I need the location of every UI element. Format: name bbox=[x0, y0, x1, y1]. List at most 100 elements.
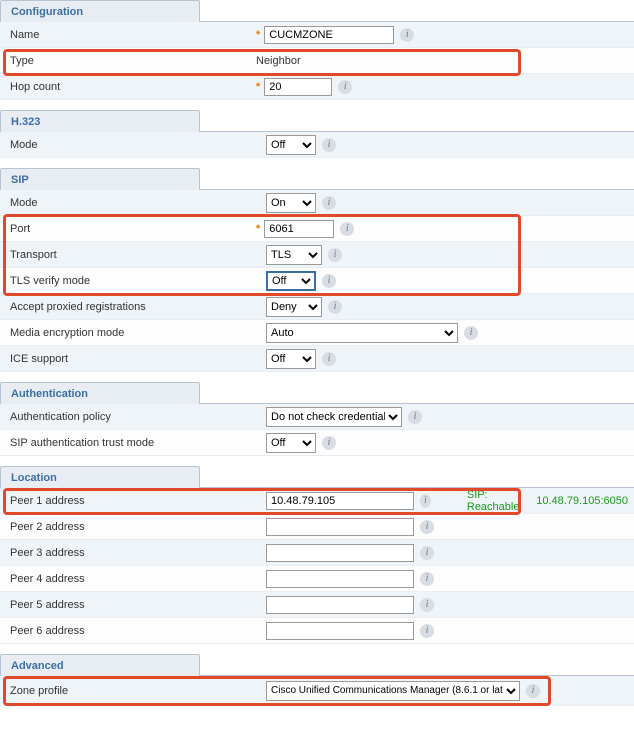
label-peer4: Peer 4 address bbox=[6, 573, 256, 585]
info-icon[interactable]: i bbox=[420, 494, 431, 508]
info-icon[interactable]: i bbox=[408, 410, 422, 424]
row-sip-port: Port * i bbox=[0, 216, 634, 242]
label-tlsverify: TLS verify mode bbox=[6, 275, 256, 287]
row-ice: ICE support Off i bbox=[0, 346, 634, 372]
info-icon[interactable]: i bbox=[400, 28, 414, 42]
select-zoneprofile[interactable]: Cisco Unified Communications Manager (8.… bbox=[266, 681, 520, 701]
info-icon[interactable]: i bbox=[322, 274, 336, 288]
row-acceptproxied: Accept proxied registrations Deny i bbox=[0, 294, 634, 320]
tab-header-location: Location bbox=[0, 466, 634, 488]
info-icon[interactable]: i bbox=[328, 300, 342, 314]
label-media: Media encryption mode bbox=[6, 327, 256, 339]
value-type: Neighbor bbox=[256, 55, 301, 67]
row-sip-mode: Mode On i bbox=[0, 190, 634, 216]
info-icon[interactable]: i bbox=[464, 326, 478, 340]
tab-header-h323: H.323 bbox=[0, 110, 634, 132]
select-h323-mode[interactable]: Off bbox=[266, 135, 316, 155]
select-tlsverify[interactable]: Off bbox=[266, 271, 316, 291]
label-zoneprofile: Zone profile bbox=[6, 685, 256, 697]
info-icon[interactable]: i bbox=[340, 222, 354, 236]
input-peer2[interactable] bbox=[266, 518, 414, 536]
info-icon[interactable]: i bbox=[420, 546, 434, 560]
required-marker: * bbox=[256, 223, 260, 235]
row-name: Name * i bbox=[0, 22, 634, 48]
label-peer2: Peer 2 address bbox=[6, 521, 256, 533]
info-icon[interactable]: i bbox=[322, 352, 336, 366]
row-h323-mode: Mode Off i bbox=[0, 132, 634, 158]
row-peer6: Peer 6 address i bbox=[0, 618, 634, 644]
select-transport[interactable]: TLS bbox=[266, 245, 322, 265]
section-location: Location Peer 1 address i SIP: Reachable… bbox=[0, 466, 634, 644]
row-peer5: Peer 5 address i bbox=[0, 592, 634, 618]
section-configuration: Configuration Name * i Type Neighbor Hop… bbox=[0, 0, 634, 100]
label-peer6: Peer 6 address bbox=[6, 625, 256, 637]
row-tlsverify: TLS verify mode Off i bbox=[0, 268, 634, 294]
required-marker: * bbox=[256, 29, 260, 41]
select-ice[interactable]: Off bbox=[266, 349, 316, 369]
required-marker: * bbox=[256, 81, 260, 93]
row-type: Type Neighbor bbox=[0, 48, 634, 74]
select-authpolicy[interactable]: Do not check credentials bbox=[266, 407, 402, 427]
info-icon[interactable]: i bbox=[420, 598, 434, 612]
section-advanced: Advanced Zone profile Cisco Unified Comm… bbox=[0, 654, 634, 706]
input-peer3[interactable] bbox=[266, 544, 414, 562]
info-icon[interactable]: i bbox=[322, 436, 336, 450]
info-icon[interactable]: i bbox=[420, 572, 434, 586]
input-sip-port[interactable] bbox=[264, 220, 334, 238]
row-authpolicy: Authentication policy Do not check crede… bbox=[0, 404, 634, 430]
status-peer1-ip: 10.48.79.105:6050 bbox=[536, 495, 628, 507]
label-authpolicy: Authentication policy bbox=[6, 411, 256, 423]
input-name[interactable] bbox=[264, 26, 394, 44]
info-icon[interactable]: i bbox=[420, 520, 434, 534]
label-transport: Transport bbox=[6, 249, 256, 261]
input-hop[interactable] bbox=[264, 78, 332, 96]
row-peer3: Peer 3 address i bbox=[0, 540, 634, 566]
row-zoneprofile: Zone profile Cisco Unified Communication… bbox=[0, 676, 634, 706]
tab-configuration: Configuration bbox=[0, 0, 200, 22]
row-peer4: Peer 4 address i bbox=[0, 566, 634, 592]
status-peer1: SIP: Reachable bbox=[467, 489, 526, 513]
info-icon[interactable]: i bbox=[420, 624, 434, 638]
info-icon[interactable]: i bbox=[526, 684, 540, 698]
input-peer5[interactable] bbox=[266, 596, 414, 614]
label-acceptproxied: Accept proxied registrations bbox=[6, 301, 256, 313]
tab-location: Location bbox=[0, 466, 200, 488]
label-h323-mode: Mode bbox=[6, 139, 256, 151]
row-media: Media encryption mode Auto i bbox=[0, 320, 634, 346]
info-icon[interactable]: i bbox=[322, 138, 336, 152]
select-siptrust[interactable]: Off bbox=[266, 433, 316, 453]
label-peer5: Peer 5 address bbox=[6, 599, 256, 611]
section-sip: SIP Mode On i Port * i Transport TLS i bbox=[0, 168, 634, 372]
tab-authentication: Authentication bbox=[0, 382, 200, 404]
tab-header-sip: SIP bbox=[0, 168, 634, 190]
row-hop: Hop count * i bbox=[0, 74, 634, 100]
row-peer1: Peer 1 address i SIP: Reachable 10.48.79… bbox=[0, 488, 634, 514]
tab-header-authentication: Authentication bbox=[0, 382, 634, 404]
tab-sip: SIP bbox=[0, 168, 200, 190]
label-siptrust: SIP authentication trust mode bbox=[6, 437, 256, 449]
tab-header-configuration: Configuration bbox=[0, 0, 634, 22]
label-sip-mode: Mode bbox=[6, 197, 256, 209]
section-h323: H.323 Mode Off i bbox=[0, 110, 634, 158]
tab-h323: H.323 bbox=[0, 110, 200, 132]
section-authentication: Authentication Authentication policy Do … bbox=[0, 382, 634, 456]
tab-advanced: Advanced bbox=[0, 654, 200, 676]
input-peer6[interactable] bbox=[266, 622, 414, 640]
select-media[interactable]: Auto bbox=[266, 323, 458, 343]
input-peer4[interactable] bbox=[266, 570, 414, 588]
label-type: Type bbox=[6, 55, 256, 67]
select-sip-mode[interactable]: On bbox=[266, 193, 316, 213]
info-icon[interactable]: i bbox=[328, 248, 342, 262]
label-sip-port: Port bbox=[6, 223, 256, 235]
label-ice: ICE support bbox=[6, 353, 256, 365]
info-icon[interactable]: i bbox=[338, 80, 352, 94]
input-peer1[interactable] bbox=[266, 492, 414, 510]
select-acceptproxied[interactable]: Deny bbox=[266, 297, 322, 317]
row-peer2: Peer 2 address i bbox=[0, 514, 634, 540]
tab-header-advanced: Advanced bbox=[0, 654, 634, 676]
label-peer3: Peer 3 address bbox=[6, 547, 256, 559]
label-hop: Hop count bbox=[6, 81, 256, 93]
label-peer1: Peer 1 address bbox=[6, 495, 256, 507]
row-transport: Transport TLS i bbox=[0, 242, 634, 268]
info-icon[interactable]: i bbox=[322, 196, 336, 210]
